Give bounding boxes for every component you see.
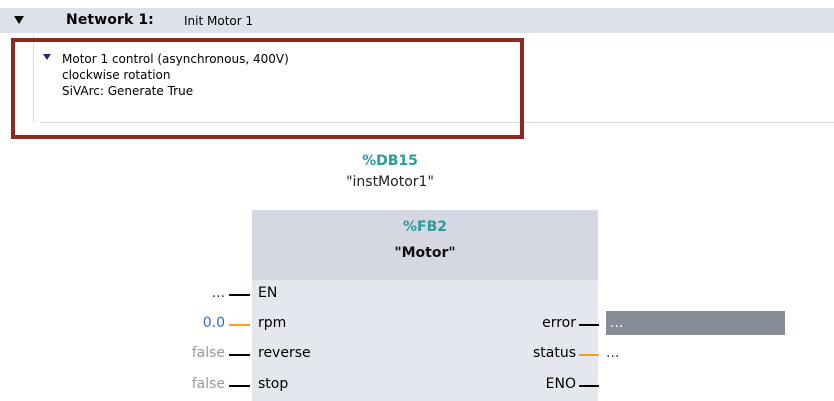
function-block-name: "Motor" bbox=[394, 245, 456, 261]
stop-wire bbox=[229, 385, 250, 387]
error-operand-field[interactable] bbox=[606, 311, 785, 335]
error-operand[interactable]: ... bbox=[610, 315, 623, 331]
collapse-triangle-icon[interactable] bbox=[14, 16, 24, 24]
network-title[interactable]: Init Motor 1 bbox=[184, 14, 253, 28]
en-wire bbox=[229, 294, 250, 296]
pin-eno: ENO bbox=[545, 376, 576, 392]
status-operand[interactable]: ... bbox=[606, 345, 619, 361]
rpm-wire bbox=[229, 324, 250, 326]
pin-rpm: rpm bbox=[258, 315, 287, 331]
pin-status: status bbox=[532, 345, 576, 361]
reverse-operand[interactable]: false bbox=[140, 345, 225, 361]
instance-db-name[interactable]: "instMotor1" bbox=[280, 174, 500, 190]
pin-en: EN bbox=[258, 285, 278, 301]
comment-line-2[interactable]: clockwise rotation bbox=[62, 68, 170, 83]
pin-stop: stop bbox=[258, 376, 289, 392]
status-wire bbox=[579, 354, 599, 356]
network-label: Network 1: bbox=[66, 12, 154, 28]
reverse-wire bbox=[229, 354, 250, 356]
en-operand[interactable]: ... bbox=[180, 285, 225, 301]
pin-reverse: reverse bbox=[258, 345, 311, 361]
comment-collapse-icon[interactable] bbox=[43, 54, 51, 60]
comment-line-3[interactable]: SiVArc: Generate True bbox=[62, 84, 193, 99]
error-wire bbox=[579, 324, 599, 326]
rpm-operand[interactable]: 0.0 bbox=[160, 315, 225, 331]
instance-db-address[interactable]: %DB15 bbox=[280, 153, 500, 169]
comment-line-1[interactable]: Motor 1 control (asynchronous, 400V) bbox=[62, 52, 289, 67]
stop-operand[interactable]: false bbox=[140, 376, 225, 392]
pin-error: error bbox=[542, 315, 576, 331]
function-block-address: %FB2 bbox=[402, 219, 447, 235]
eno-wire bbox=[579, 385, 599, 387]
